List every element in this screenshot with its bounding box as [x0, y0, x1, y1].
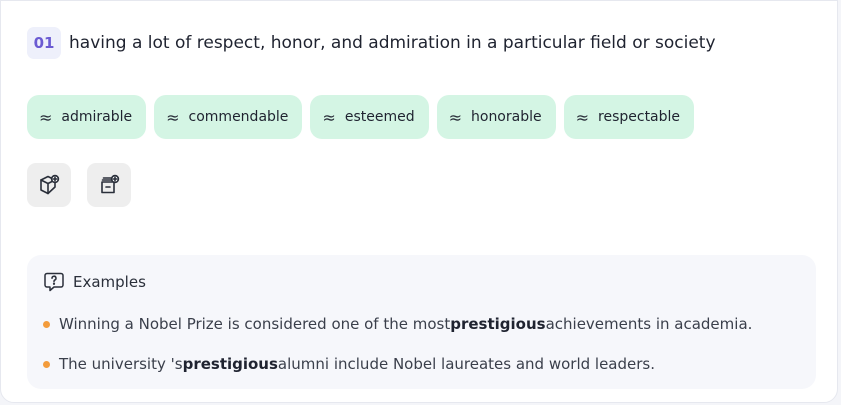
example-text-after: achievements in academia.: [545, 315, 753, 333]
approx-icon: ≈: [39, 107, 53, 127]
approx-icon: ≈: [575, 107, 590, 127]
example-highlight: prestigious: [182, 355, 278, 373]
synonym-chips: ≈ admirable ≈ commendable ≈ esteemed ≈ h…: [27, 95, 695, 139]
synonym-label: commendable: [188, 109, 289, 125]
add-to-archive-button[interactable]: [87, 163, 131, 207]
synonym-chip-esteemed[interactable]: ≈ esteemed: [310, 95, 429, 139]
definition-text: having a lot of respect, honor, and admi…: [69, 33, 716, 53]
action-buttons: [27, 163, 131, 207]
approx-icon: ≈: [166, 107, 180, 127]
example-highlight: prestigious: [450, 315, 546, 333]
definition-number-badge: 01: [27, 27, 61, 59]
synonym-label: respectable: [598, 109, 681, 125]
example-text-before: The university 's: [59, 355, 183, 373]
example-item: The university 's prestigious alumni inc…: [43, 353, 752, 375]
synonym-label: honorable: [471, 109, 542, 125]
examples-list: Winning a Nobel Prize is considered one …: [43, 313, 752, 393]
examples-title: Examples: [73, 273, 146, 291]
add-to-collection-button[interactable]: [27, 163, 71, 207]
example-text-before: Winning a Nobel Prize is considered one …: [59, 315, 451, 333]
example-item: Winning a Nobel Prize is considered one …: [43, 313, 752, 335]
bullet-dot: [43, 360, 50, 368]
synonym-chip-respectable[interactable]: ≈ respectable: [563, 95, 695, 139]
definition-row: 01 having a lot of respect, honor, and a…: [27, 27, 716, 59]
archive-add-icon: [101, 174, 120, 194]
cube-add-icon: [40, 174, 60, 195]
synonym-label: admirable: [61, 109, 133, 125]
synonym-chip-honorable[interactable]: ≈ honorable: [436, 95, 556, 139]
example-text-after: alumni include Nobel laureates and world…: [277, 355, 656, 373]
synonym-chip-admirable[interactable]: ≈ admirable: [27, 95, 147, 139]
synonym-chip-commendable[interactable]: ≈ commendable: [154, 95, 303, 139]
question-bubble-icon: [44, 272, 64, 292]
approx-icon: ≈: [448, 107, 462, 127]
definition-card: 01 having a lot of respect, honor, and a…: [0, 0, 838, 403]
synonym-label: esteemed: [344, 109, 415, 125]
approx-icon: ≈: [322, 107, 336, 127]
examples-panel: Examples Winning a Nobel Prize is consid…: [27, 255, 816, 389]
bullet-dot: [43, 320, 50, 328]
examples-header: Examples: [43, 271, 146, 293]
